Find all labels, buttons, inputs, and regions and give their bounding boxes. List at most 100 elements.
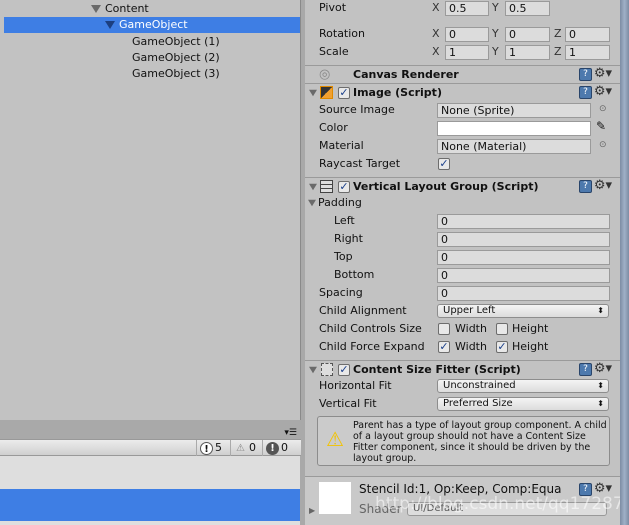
vertical-fit-label: Vertical Fit <box>319 397 377 410</box>
padding-bottom-field[interactable]: 0 <box>437 268 610 283</box>
expand-triangle-icon[interactable] <box>105 21 115 29</box>
padding-right-field[interactable]: 0 <box>437 232 610 247</box>
bottom-label: Bottom <box>334 268 375 281</box>
padding-left-field[interactable]: 0 <box>437 214 610 229</box>
enabled-checkbox[interactable]: ✓ <box>338 87 350 99</box>
rotation-x-field[interactable]: 0 <box>445 27 489 42</box>
hierarchy-item[interactable]: GameObject (1) <box>132 34 220 50</box>
inspector-scrollbar[interactable] <box>620 0 629 525</box>
pivot-label: Pivot <box>319 1 347 14</box>
collapse-triangle-icon[interactable] <box>309 183 317 191</box>
material-label: Material <box>319 139 364 152</box>
color-field[interactable] <box>437 121 591 136</box>
axis-label: Y <box>492 45 499 58</box>
dropdown-arrow-icon: ⬍ <box>597 306 604 315</box>
source-image-label: Source Image <box>319 103 395 116</box>
warning-count-toggle[interactable]: ⚠ 0 <box>230 440 262 456</box>
enabled-checkbox[interactable]: ✓ <box>338 181 350 193</box>
help-book-icon[interactable]: ? <box>579 68 592 81</box>
help-book-icon[interactable]: ? <box>579 180 592 193</box>
color-label: Color <box>319 121 348 134</box>
console-selected-row[interactable] <box>0 489 300 521</box>
collapse-triangle-icon[interactable] <box>309 89 317 97</box>
pivot-x-field[interactable]: 0.5 <box>445 1 489 16</box>
expand-triangle-icon[interactable] <box>91 5 101 13</box>
vertical-fit-dropdown[interactable]: Preferred Size ⬍ <box>437 397 609 411</box>
padding-top-field[interactable]: 0 <box>437 250 610 265</box>
height-label: Height <box>512 340 549 353</box>
error-count: 0 <box>281 441 288 454</box>
child-alignment-dropdown[interactable]: Upper Left ⬍ <box>437 304 609 318</box>
warning-help-box: ⚠ Parent has a type of layout group comp… <box>317 416 610 466</box>
scale-z-field[interactable]: 1 <box>565 45 610 60</box>
axis-label: Z <box>554 45 562 58</box>
component-title: Canvas Renderer <box>353 68 459 81</box>
child-force-expand-label: Child Force Expand <box>319 340 425 353</box>
gear-icon[interactable]: ⚙▾ <box>594 178 612 194</box>
width-label: Width <box>455 322 487 335</box>
vertical-layout-group-header[interactable]: ✓ Vertical Layout Group (Script) ? ⚙▾ <box>305 177 620 195</box>
info-count-toggle[interactable]: ! 5 <box>196 440 230 456</box>
eyedropper-icon[interactable]: ✎ <box>596 119 606 133</box>
hierarchy-item[interactable]: GameObject (3) <box>132 66 220 82</box>
console-header: ▾☰ <box>0 420 301 440</box>
controls-height-checkbox[interactable] <box>496 323 508 335</box>
source-image-field[interactable]: None (Sprite) <box>437 103 591 118</box>
inspector-panel: Pivot X 0.5 Y 0.5 Rotation X 0 Y 0 Z 0 S… <box>305 0 624 525</box>
scale-y-field[interactable]: 1 <box>505 45 550 60</box>
axis-label: X <box>432 27 440 40</box>
watermark: http://blog.csdn.net/qq17287 <box>375 494 624 514</box>
rotation-label: Rotation <box>319 27 366 40</box>
item-label: Content <box>105 2 149 15</box>
hierarchy-item-gameobject[interactable]: GameObject <box>105 17 188 33</box>
hierarchy-item[interactable]: GameObject (2) <box>132 50 220 66</box>
expand-height-checkbox[interactable]: ✓ <box>496 341 508 353</box>
right-label: Right <box>334 232 363 245</box>
child-alignment-label: Child Alignment <box>319 304 407 317</box>
help-book-icon[interactable]: ? <box>579 363 592 376</box>
raycast-target-checkbox[interactable]: ✓ <box>438 158 450 170</box>
horizontal-fit-dropdown[interactable]: Unconstrained ⬍ <box>437 379 609 393</box>
spacing-field[interactable]: 0 <box>437 286 610 301</box>
component-title: Content Size Fitter (Script) <box>353 363 521 376</box>
left-label: Left <box>334 214 355 227</box>
warning-icon: ⚠ <box>236 442 245 454</box>
gear-icon[interactable]: ⚙▾ <box>594 361 612 377</box>
dropdown-value: Upper Left <box>443 305 496 316</box>
gear-icon[interactable]: ⚙▾ <box>594 66 612 82</box>
content-size-fitter-header[interactable]: ✓ Content Size Fitter (Script) ? ⚙▾ <box>305 360 620 378</box>
material-field[interactable]: None (Material) <box>437 139 591 154</box>
expand-triangle-icon[interactable]: ▶ <box>309 506 315 515</box>
collapse-triangle-icon[interactable] <box>308 199 316 207</box>
object-picker-icon[interactable]: ⊙ <box>599 104 607 114</box>
width-label: Width <box>455 340 487 353</box>
warning-count: 0 <box>249 441 256 454</box>
raycast-target-label: Raycast Target <box>319 157 401 170</box>
expand-width-checkbox[interactable]: ✓ <box>438 341 450 353</box>
pivot-y-field[interactable]: 0.5 <box>505 1 550 16</box>
content-size-fitter-icon <box>321 363 333 376</box>
error-count-toggle[interactable]: ! 0 <box>262 440 300 456</box>
rotation-z-field[interactable]: 0 <box>565 27 610 42</box>
object-picker-icon[interactable]: ⊙ <box>599 140 607 150</box>
warning-icon: ⚠ <box>326 427 344 451</box>
canvas-renderer-header[interactable]: ◎ Canvas Renderer ? ⚙▾ <box>305 65 620 83</box>
menu-icon[interactable]: ▾☰ <box>284 428 297 438</box>
dropdown-arrow-icon: ⬍ <box>597 381 604 390</box>
error-icon: ! <box>266 441 279 455</box>
hierarchy-item-content[interactable]: Content <box>91 1 149 17</box>
padding-label: Padding <box>318 196 362 209</box>
image-header[interactable]: ✓ Image (Script) ? ⚙▾ <box>305 83 620 101</box>
top-label: Top <box>334 250 353 263</box>
controls-width-checkbox[interactable] <box>438 323 450 335</box>
help-book-icon[interactable]: ? <box>579 86 592 99</box>
enabled-checkbox[interactable]: ✓ <box>338 364 350 376</box>
vertical-layout-icon <box>320 180 333 193</box>
collapse-triangle-icon[interactable] <box>309 366 317 374</box>
axis-label: Y <box>492 27 499 40</box>
padding-foldout[interactable]: Padding <box>307 195 362 211</box>
info-icon: ! <box>200 441 213 455</box>
scale-x-field[interactable]: 1 <box>445 45 489 60</box>
gear-icon[interactable]: ⚙▾ <box>594 84 612 100</box>
rotation-y-field[interactable]: 0 <box>505 27 550 42</box>
